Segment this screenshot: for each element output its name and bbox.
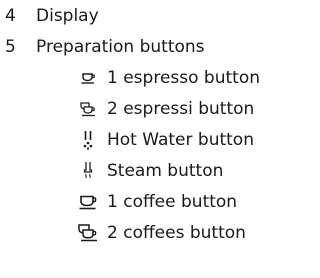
sub-item-label: 2 coffees button [107, 223, 246, 243]
two-coffee-cups-icon [77, 222, 99, 244]
item-number: 5 [5, 37, 16, 57]
sub-item-label: 1 coffee button [107, 192, 238, 212]
steam-icon [77, 160, 99, 182]
item-number: 4 [5, 6, 16, 26]
sub-item-label: Steam button [107, 161, 224, 181]
sub-item-label: 1 espresso button [107, 68, 260, 88]
hot-water-icon [77, 129, 99, 151]
espresso-cup-icon [77, 67, 99, 89]
button-legend: 4 Display 5 Preparation buttons 1 espres… [0, 0, 267, 278]
item-label: Display [36, 6, 99, 26]
two-espresso-cups-icon [77, 98, 99, 120]
coffee-cup-icon [77, 191, 99, 213]
sub-item-label: 2 espressi button [107, 99, 255, 119]
item-label: Preparation buttons [36, 37, 205, 57]
sub-item-label: Hot Water button [107, 130, 254, 150]
